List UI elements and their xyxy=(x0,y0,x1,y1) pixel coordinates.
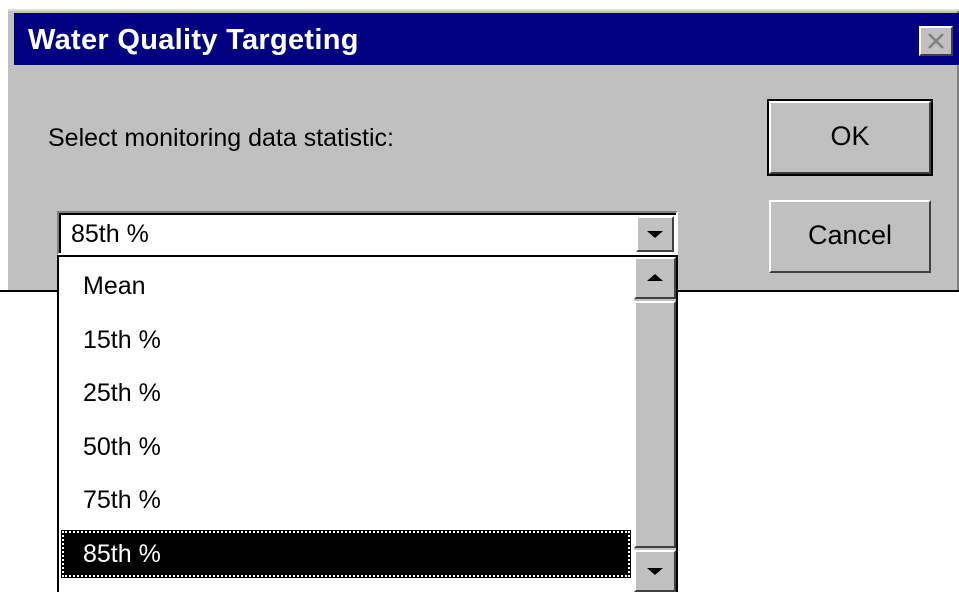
title-bar[interactable]: Water Quality Targeting xyxy=(14,13,959,65)
options-list: Mean 15th % 25th % 50th % 75th % 85th % xyxy=(59,257,633,592)
option-85th-percentile[interactable]: 85th % xyxy=(61,530,631,578)
combobox-dropdown-button[interactable] xyxy=(636,216,674,252)
close-icon xyxy=(928,33,944,49)
statistic-prompt-label: Select monitoring data statistic: xyxy=(48,124,394,152)
statistic-combobox[interactable]: 85th % xyxy=(57,211,678,255)
combobox-selected-value: 85th % xyxy=(71,220,149,248)
option-mean[interactable]: Mean xyxy=(61,262,631,310)
option-25th-percentile[interactable]: 25th % xyxy=(61,369,631,417)
screen: Water Quality Targeting Select monitorin… xyxy=(0,0,959,592)
list-scrollbar[interactable] xyxy=(634,257,676,592)
close-button[interactable] xyxy=(919,26,953,56)
option-75th-percentile[interactable]: 75th % xyxy=(61,476,631,524)
scroll-down-button[interactable] xyxy=(634,550,676,592)
chevron-down-icon xyxy=(647,231,663,238)
scroll-thumb[interactable] xyxy=(634,301,676,548)
window-title: Water Quality Targeting xyxy=(28,24,359,56)
cancel-button[interactable]: Cancel xyxy=(769,200,931,273)
statistic-dropdown-list: Mean 15th % 25th % 50th % 75th % 85th % xyxy=(57,255,678,592)
scroll-down-arrow-icon xyxy=(647,568,663,575)
ok-button[interactable]: OK xyxy=(767,99,933,176)
option-15th-percentile[interactable]: 15th % xyxy=(61,316,631,364)
scroll-up-arrow-icon xyxy=(647,274,663,281)
option-50th-percentile[interactable]: 50th % xyxy=(61,423,631,471)
scroll-up-button[interactable] xyxy=(634,257,676,299)
